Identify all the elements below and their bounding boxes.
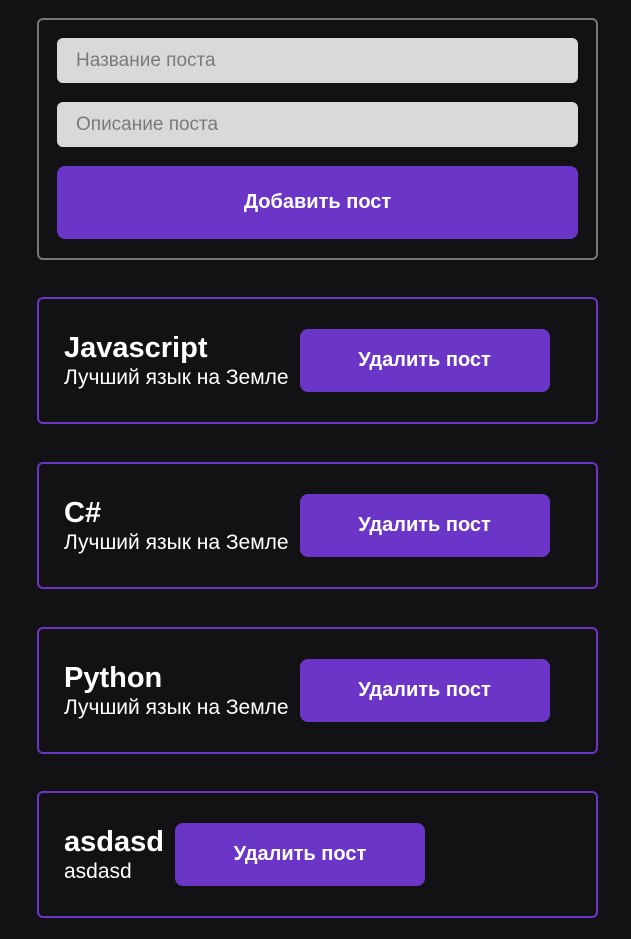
post-item: Javascript Лучший язык на Земле Удалить … [37, 297, 598, 424]
page: Добавить пост Javascript Лучший язык на … [0, 0, 631, 939]
post-text: asdasd asdasd [64, 825, 164, 885]
post-description-input[interactable] [57, 102, 578, 147]
post-title: C# [64, 496, 102, 529]
post-body: Лучший язык на Земле [64, 530, 289, 554]
post-text: Javascript Лучший язык на Земле [64, 331, 289, 391]
post-title: Javascript [64, 331, 208, 364]
delete-post-button[interactable]: Удалить пост [299, 329, 550, 392]
post-title-input[interactable] [57, 38, 578, 83]
new-post-form: Добавить пост [37, 18, 598, 260]
delete-post-button[interactable]: Удалить пост [174, 823, 425, 886]
add-post-button[interactable]: Добавить пост [57, 166, 578, 239]
post-title: Python [64, 661, 163, 694]
post-item: C# Лучший язык на Земле Удалить пост [37, 462, 598, 589]
post-body: Лучший язык на Земле [64, 695, 289, 719]
post-item: Python Лучший язык на Земле Удалить пост [37, 627, 598, 754]
delete-post-button[interactable]: Удалить пост [299, 494, 550, 557]
delete-post-button[interactable]: Удалить пост [299, 659, 550, 722]
post-title: asdasd [64, 825, 164, 858]
post-item: asdasd asdasd Удалить пост [37, 791, 598, 918]
post-body: asdasd [64, 859, 132, 883]
post-text: C# Лучший язык на Земле [64, 496, 289, 556]
post-text: Python Лучший язык на Земле [64, 661, 289, 721]
post-body: Лучший язык на Земле [64, 365, 289, 389]
